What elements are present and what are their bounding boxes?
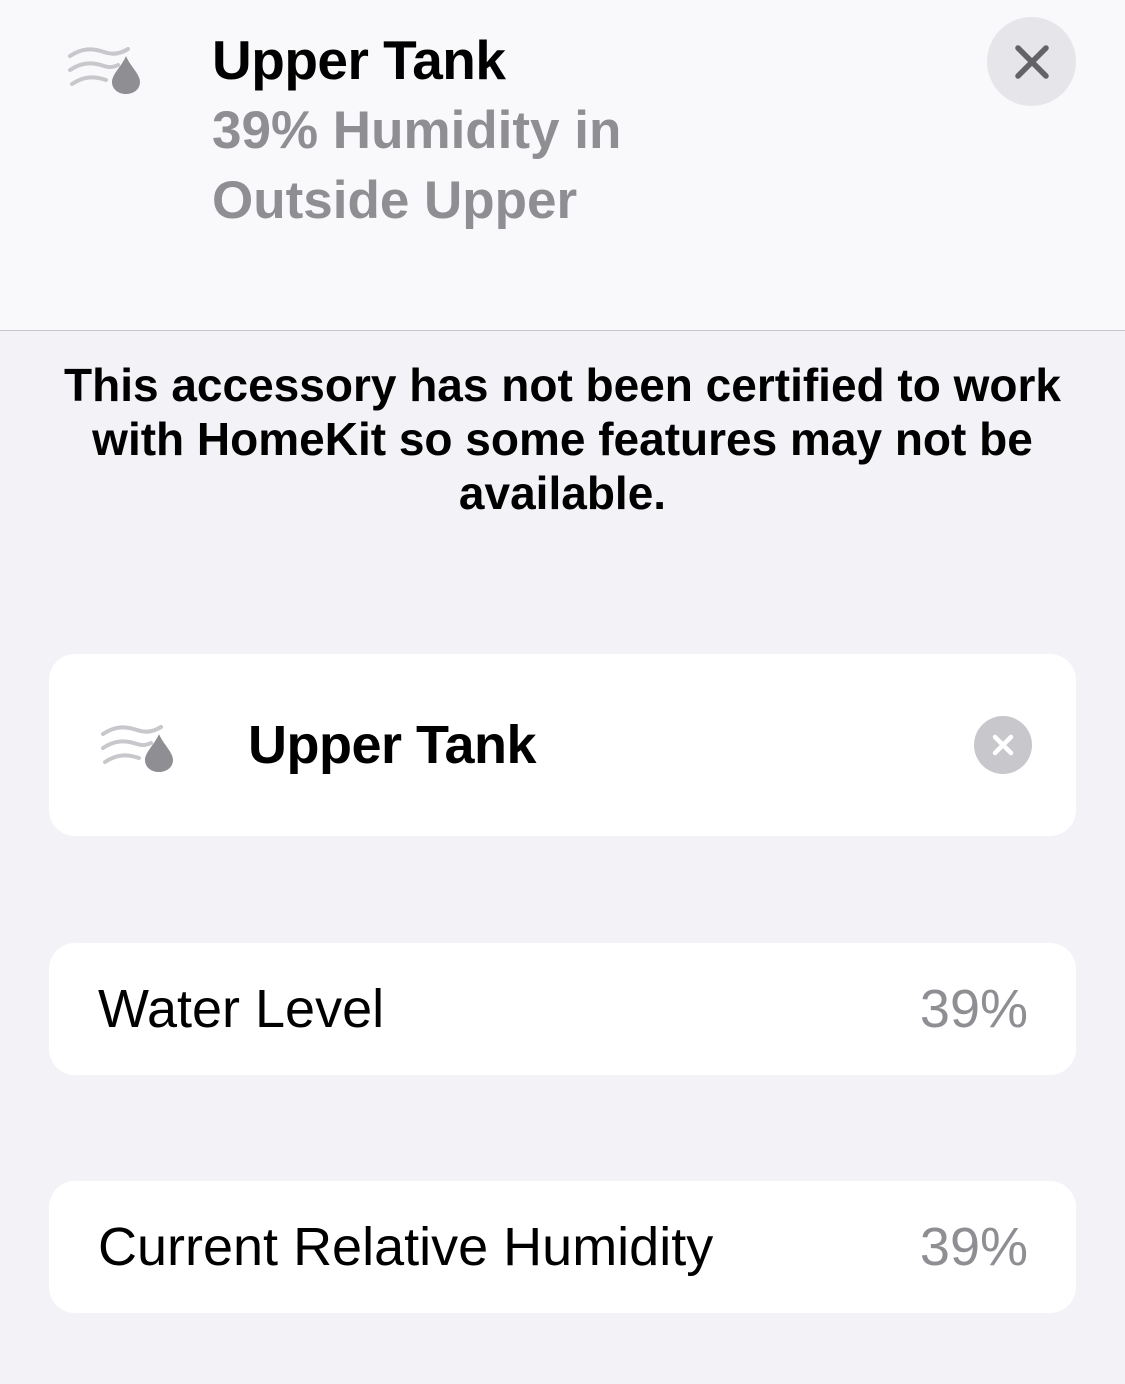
accessory-name-input[interactable]: Upper Tank xyxy=(248,710,537,780)
water-level-value: 39% xyxy=(919,979,1028,1039)
accessory-status: 39% Humidity in Outside Upper xyxy=(212,101,622,230)
clear-text-icon xyxy=(992,734,1014,756)
accessory-name-field[interactable]: Upper Tank xyxy=(49,654,1076,836)
humidity-sensor-icon xyxy=(68,47,140,94)
close-button[interactable] xyxy=(987,17,1076,106)
humidity-value: 39% xyxy=(919,1217,1028,1277)
clear-name-button[interactable] xyxy=(974,716,1032,774)
accessory-title: Upper Tank xyxy=(212,29,506,91)
water-level-label: Water Level xyxy=(98,979,385,1039)
humidity-sensor-icon xyxy=(101,725,173,772)
water-level-row: Water Level 39% xyxy=(49,943,1076,1075)
accessory-header: Upper Tank 39% Humidity in Outside Upper xyxy=(0,0,1125,331)
certification-notice: This accessory has not been certified to… xyxy=(64,359,1061,519)
close-icon xyxy=(1014,44,1049,79)
humidity-row: Current Relative Humidity 39% xyxy=(49,1181,1076,1313)
humidity-label: Current Relative Humidity xyxy=(98,1217,714,1277)
